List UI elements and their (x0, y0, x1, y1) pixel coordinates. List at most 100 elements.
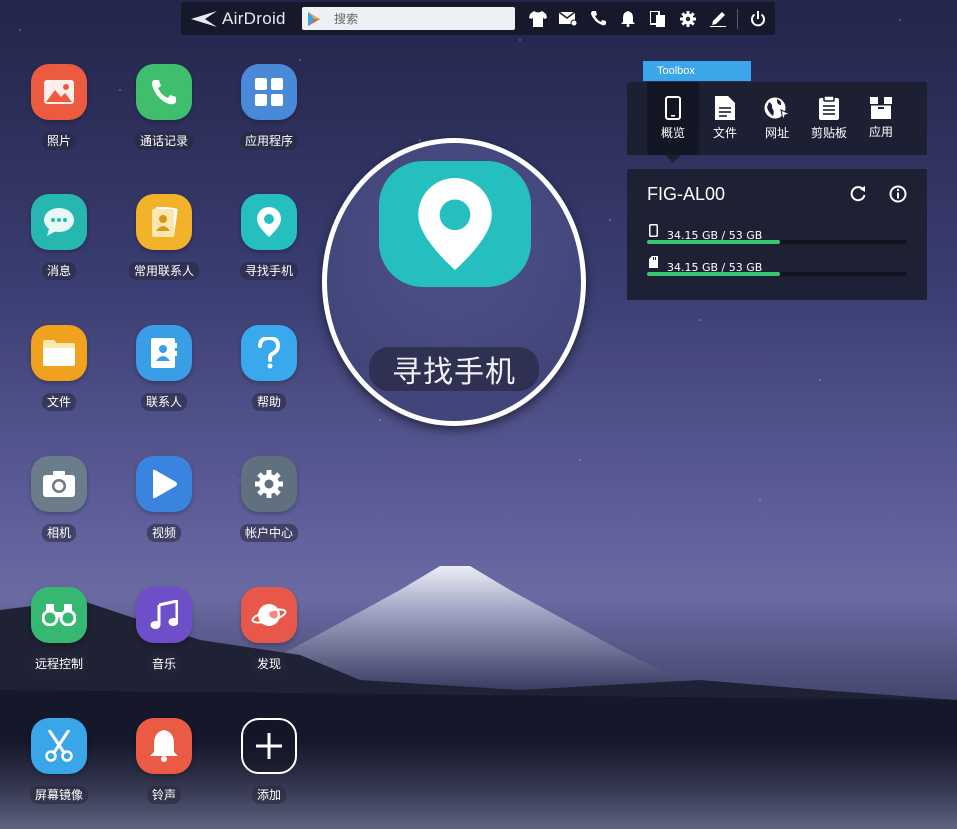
phone-storage-icon (649, 224, 658, 237)
play-store-icon (308, 11, 320, 26)
app-help[interactable]: 帮助 (224, 325, 314, 411)
app-label: 联系人 (140, 393, 187, 411)
toolbox-panel: 概览 文件 网址 剪贴板 应用 (627, 82, 927, 155)
bell-icon[interactable] (613, 4, 643, 34)
document-icon (715, 96, 735, 120)
magnifier-label: 寻找手机 (369, 347, 539, 391)
app-label: 相机 (41, 524, 76, 542)
app-screen-mirror[interactable]: 屏幕镜像 (14, 718, 104, 804)
music-icon (136, 587, 192, 643)
photo-icon (31, 64, 87, 120)
gear-icon[interactable] (673, 4, 703, 34)
app-label: 铃声 (146, 786, 181, 804)
topbar-actions (523, 4, 773, 34)
airdroid-logo[interactable]: AirDroid (181, 9, 301, 29)
tshirt-icon[interactable] (523, 4, 553, 34)
app-label: 照片 (41, 132, 76, 150)
camera-icon (31, 456, 87, 512)
app-discover[interactable]: 发现 (224, 587, 314, 673)
toolbox-pointer (665, 155, 681, 163)
devices-icon[interactable] (643, 4, 673, 34)
storage-bar (647, 272, 907, 276)
tool-overview[interactable]: 概览 (647, 82, 699, 155)
paper-plane-icon (191, 10, 217, 27)
tool-urls[interactable]: 网址 (751, 82, 803, 155)
search-input[interactable] (334, 11, 504, 26)
app-music[interactable]: 音乐 (119, 587, 209, 673)
binoculars-icon (31, 587, 87, 643)
app-label: 发现 (251, 655, 286, 673)
tool-apps[interactable]: 应用 (855, 82, 907, 155)
tool-label: 应用 (868, 125, 893, 139)
storage-bar (647, 240, 907, 244)
app-add[interactable]: 添加 (224, 718, 314, 804)
app-account-center[interactable]: 帐户中心 (224, 456, 314, 542)
address-book-icon (136, 325, 192, 381)
app-frequent-contacts[interactable]: 常用联系人 (119, 194, 209, 280)
box-icon (870, 97, 892, 119)
app-files[interactable]: 文件 (14, 325, 104, 411)
app-label: 常用联系人 (128, 262, 199, 280)
app-label: 寻找手机 (239, 262, 298, 280)
grid-icon (241, 64, 297, 120)
edit-icon[interactable] (703, 4, 733, 34)
app-label: 添加 (251, 786, 286, 804)
info-icon[interactable] (889, 185, 907, 203)
location-pin-icon (241, 194, 297, 250)
phone-icon (136, 64, 192, 120)
app-label: 应用程序 (239, 132, 298, 150)
plus-icon (241, 718, 297, 774)
app-video[interactable]: 视频 (119, 456, 209, 542)
app-label: 文件 (41, 393, 76, 411)
toolbox-tab[interactable]: Toolbox (643, 61, 751, 81)
refresh-icon[interactable] (849, 185, 867, 203)
tool-label: 文件 (712, 126, 737, 140)
app-label: 视频 (146, 524, 181, 542)
bell-icon (136, 718, 192, 774)
search-box[interactable] (302, 7, 515, 30)
scissors-icon (31, 718, 87, 774)
tool-label: 网址 (764, 126, 789, 140)
sd-card-icon (649, 256, 658, 268)
app-ringtones[interactable]: 铃声 (119, 718, 209, 804)
app-label: 远程控制 (29, 655, 88, 673)
tool-label: 概览 (660, 126, 685, 140)
app-remote-control[interactable]: 远程控制 (14, 587, 104, 673)
storage-bar-fill (647, 240, 780, 244)
tool-clipboard[interactable]: 剪贴板 (803, 82, 855, 155)
app-photos[interactable]: 照片 (14, 64, 104, 150)
app-label: 消息 (41, 262, 76, 280)
app-applications[interactable]: 应用程序 (224, 64, 314, 150)
tool-files[interactable]: 文件 (699, 82, 751, 155)
contact-card-icon (136, 194, 192, 250)
brand-name: AirDroid (222, 8, 286, 28)
mail-icon[interactable] (553, 4, 583, 34)
topbar-divider (737, 8, 738, 29)
magnifier-callout: 寻找手机 (322, 138, 586, 426)
app-label: 音乐 (146, 655, 181, 673)
app-label: 帮助 (251, 393, 286, 411)
storage-row-sd: 34.15 GB / 53 GB (647, 256, 909, 276)
app-label: 通话记录 (134, 132, 193, 150)
app-label: 帐户中心 (239, 524, 298, 542)
top-bar: AirDroid (181, 2, 775, 35)
app-messages[interactable]: 消息 (14, 194, 104, 280)
location-pin-icon (379, 161, 531, 287)
app-label: 屏幕镜像 (29, 786, 88, 804)
storage-row-phone: 34.15 GB / 53 GB (647, 224, 909, 244)
phone-icon[interactable] (583, 4, 613, 34)
app-call-log[interactable]: 通话记录 (119, 64, 209, 150)
play-icon (136, 456, 192, 512)
globe-icon (764, 97, 790, 120)
app-contacts[interactable]: 联系人 (119, 325, 209, 411)
chat-icon (31, 194, 87, 250)
gear-icon (241, 456, 297, 512)
device-panel: FIG-AL00 34.15 GB / 53 GB 34.15 GB / 53 … (627, 169, 927, 300)
folder-icon (31, 325, 87, 381)
storage-bar-fill (647, 272, 780, 276)
help-icon (241, 325, 297, 381)
app-find-phone[interactable]: 寻找手机 (224, 194, 314, 280)
power-icon[interactable] (743, 4, 773, 34)
planet-icon (241, 587, 297, 643)
app-camera[interactable]: 相机 (14, 456, 104, 542)
